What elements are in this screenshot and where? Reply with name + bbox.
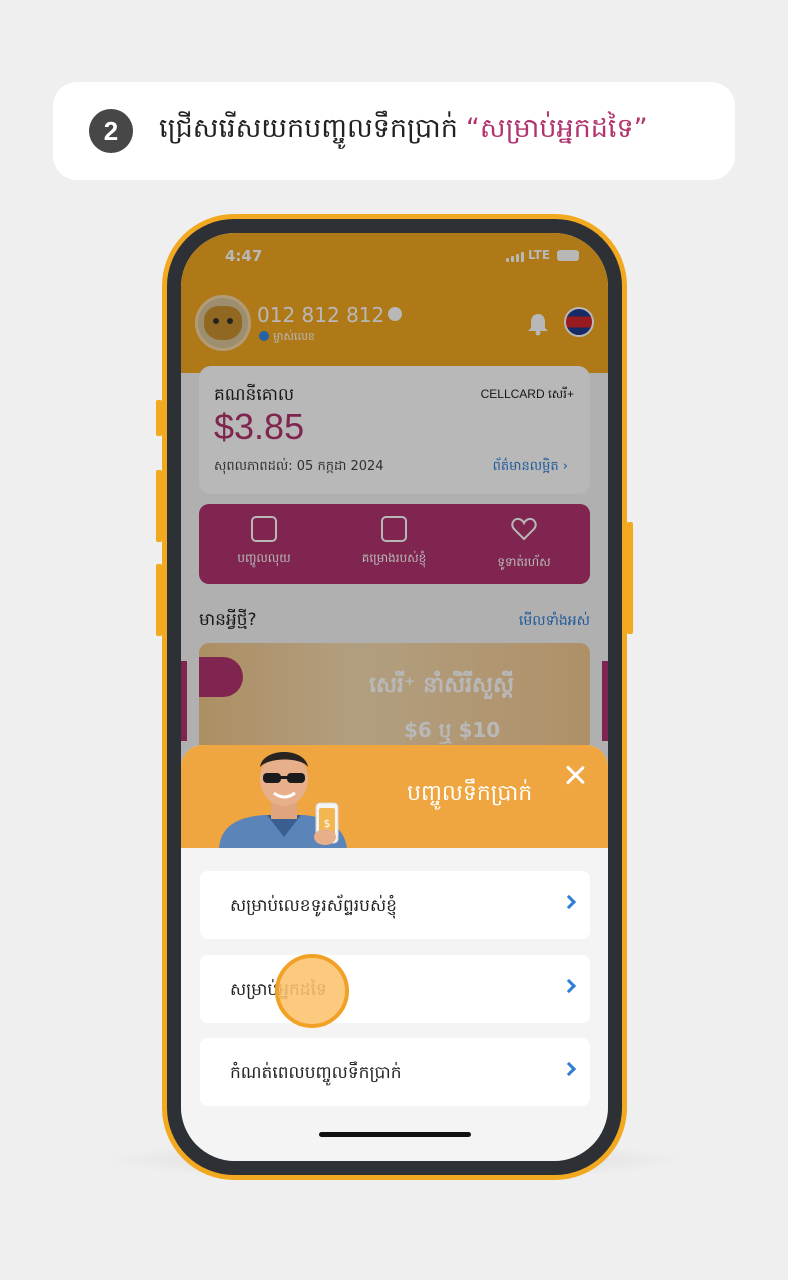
power-button <box>627 522 633 634</box>
option-for-others[interactable]: សម្រាប់អ្នកដទៃ <box>200 955 590 1023</box>
volume-down-button <box>156 564 162 636</box>
step-number-badge: 2 <box>89 109 133 153</box>
option-my-number[interactable]: សម្រាប់លេខទូរស័ព្ទរបស់ខ្ញុំ <box>200 871 590 939</box>
phone-frame: 4:47 LTE 012 812 812 ម្ចាស់លេខ គណនីគោល C… <box>156 214 633 1180</box>
instruction-text: ជ្រើសរើសយកបញ្ចូលទឹកប្រាក់ “សម្រាប់អ្នកដទៃ… <box>159 112 648 151</box>
sheet-header: $ បញ្ចូលទឹកប្រាក់ <box>181 745 608 848</box>
svg-text:$: $ <box>324 817 331 830</box>
instruction-highlight-text: “សម្រាប់អ្នកដទៃ” <box>465 112 648 144</box>
sheet-title: បញ្ចូលទឹកប្រាក់ <box>407 781 533 806</box>
option-label: កំណត់ពេលបញ្ចូលទឹកប្រាក់ <box>230 1063 402 1083</box>
tap-indicator <box>275 954 349 1028</box>
mute-switch <box>156 400 162 436</box>
option-label: សម្រាប់លេខទូរស័ព្ទរបស់ខ្ញុំ <box>230 896 397 916</box>
close-icon[interactable] <box>561 761 589 789</box>
topup-bottom-sheet: $ បញ្ចូលទឹកប្រាក់ សម្រាប់លេខទូរស័ព្ទរបស់… <box>181 745 608 1161</box>
home-indicator[interactable] <box>319 1132 471 1137</box>
chevron-right-icon <box>561 1061 577 1077</box>
phone-screen: 4:47 LTE 012 812 812 ម្ចាស់លេខ គណនីគោល C… <box>181 233 608 1161</box>
instruction-card: 2 ជ្រើសរើសយកបញ្ចូលទឹកប្រាក់ “សម្រាប់អ្នកដ… <box>53 82 735 180</box>
chevron-right-icon <box>561 978 577 994</box>
chevron-right-icon <box>561 894 577 910</box>
volume-up-button <box>156 470 162 542</box>
hero-man-illustration-icon: $ <box>219 752 347 848</box>
option-schedule-topup[interactable]: កំណត់ពេលបញ្ចូលទឹកប្រាក់ <box>200 1038 590 1106</box>
instruction-main-text: ជ្រើសរើសយកបញ្ចូលទឹកប្រាក់ <box>159 112 458 144</box>
